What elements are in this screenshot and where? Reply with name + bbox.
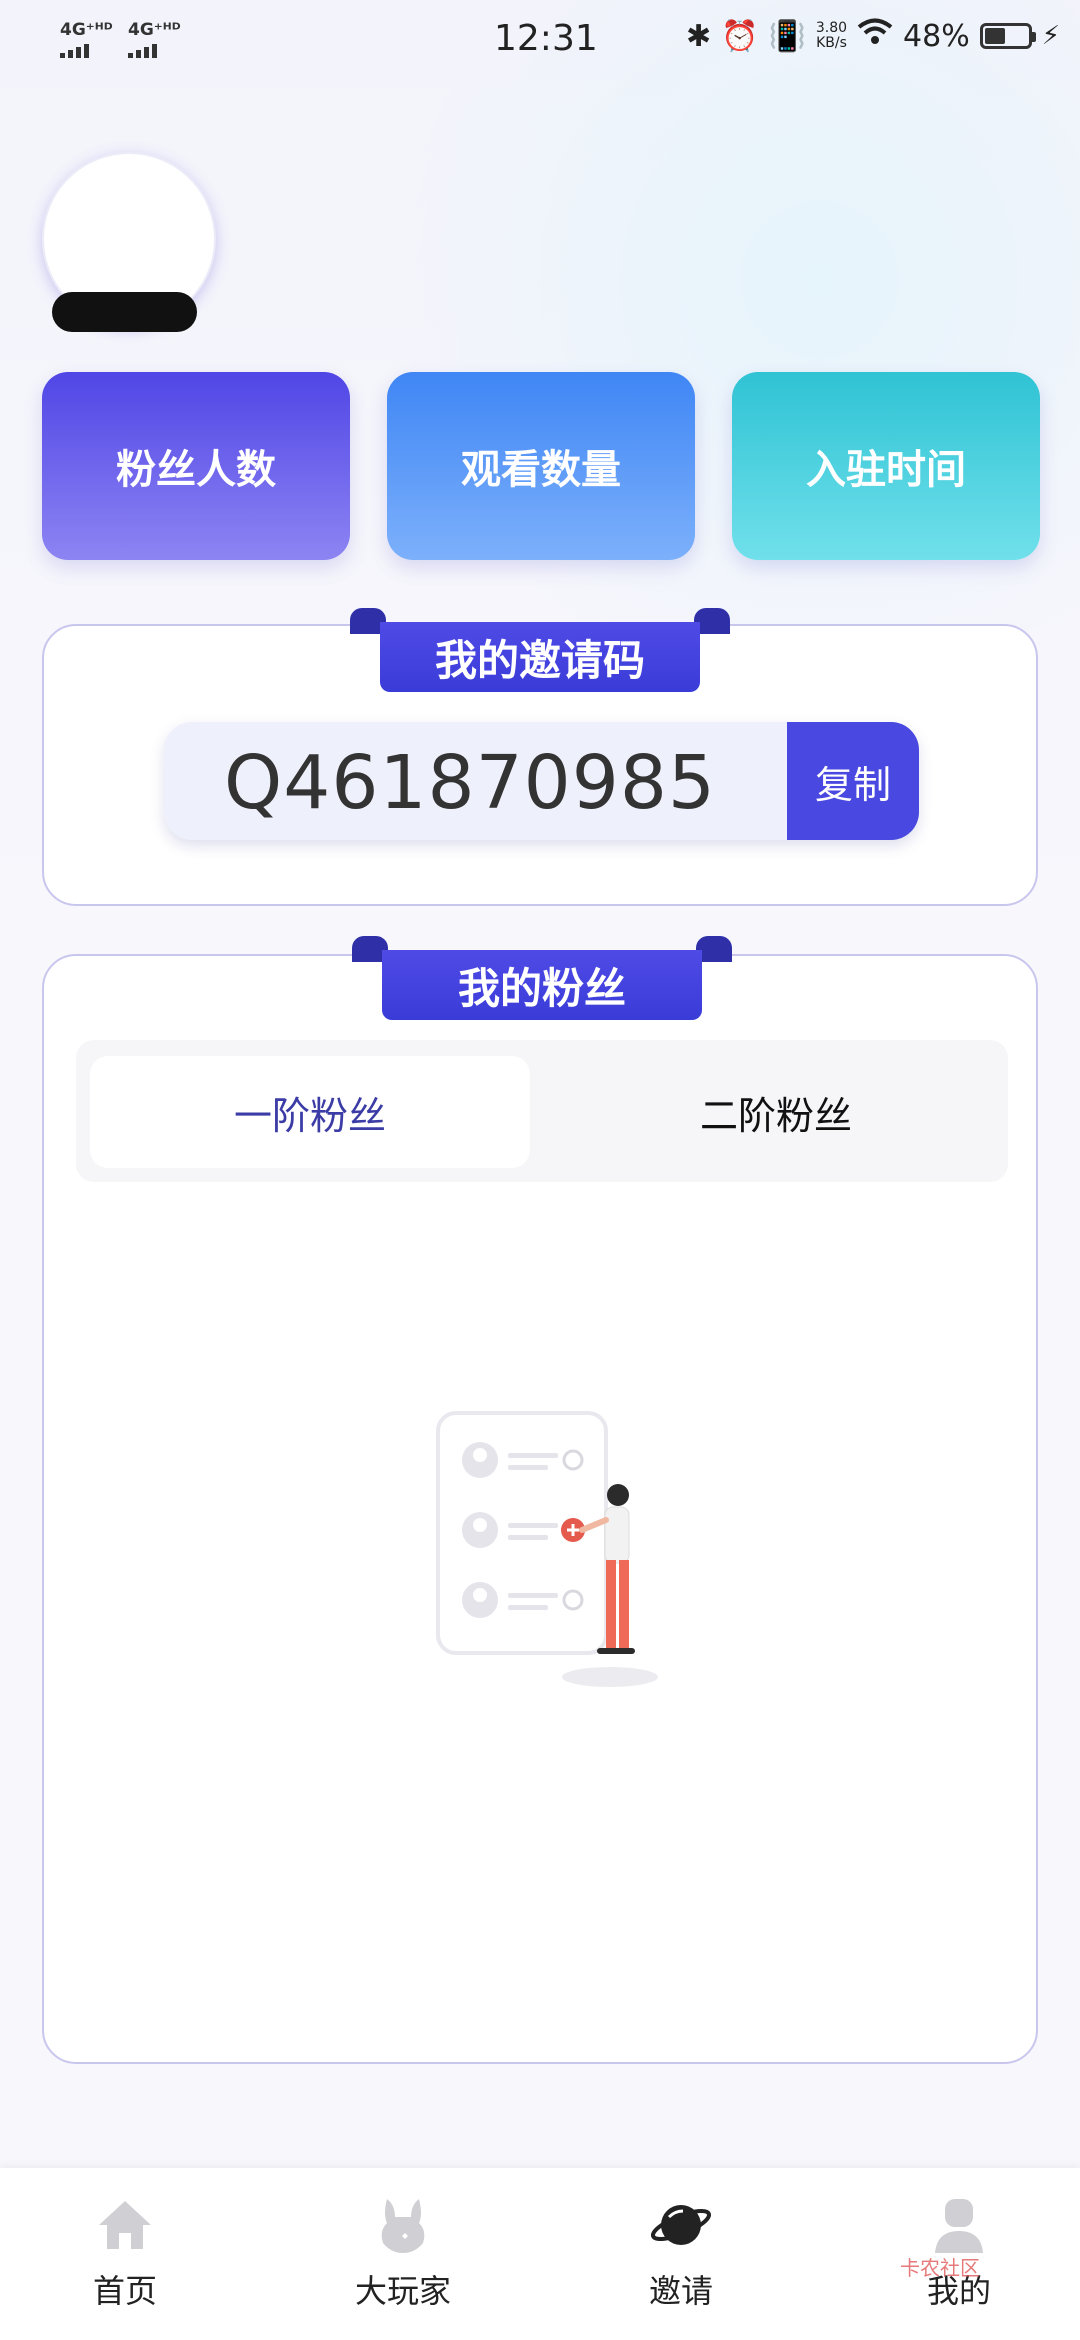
- invite-code-box: Q461870985 复制: [164, 722, 919, 840]
- vibrate-icon: 📳: [768, 18, 806, 54]
- speed-value: 3.80: [815, 20, 848, 36]
- charging-icon: ⚡: [1041, 21, 1060, 51]
- tab-first-level-fans[interactable]: 一阶粉丝: [90, 1056, 530, 1168]
- speed-unit: KB/s: [816, 35, 847, 51]
- profile-icon: [935, 2199, 983, 2253]
- my-fans-ribbon: 我的粉丝: [352, 936, 732, 1020]
- username-redacted: [52, 292, 197, 332]
- join-time-label: 入驻时间: [806, 447, 966, 493]
- tab-second-level-fans[interactable]: 二阶粉丝: [556, 1056, 996, 1168]
- nav-item-mine[interactable]: 我的: [884, 2190, 1034, 2312]
- status-bar: 4G⁺ᴴᴰ 4G⁺ᴴᴰ 12:31 ✱ ⏰ 📳 3.80 KB/s 48% ⚡: [0, 0, 1080, 80]
- join-time-card[interactable]: 入驻时间: [732, 372, 1040, 560]
- nav-item-label: 大玩家: [354, 2272, 451, 2310]
- my-fans-title: 我的粉丝: [382, 950, 702, 1020]
- nav-item-home[interactable]: 首页: [50, 2190, 200, 2312]
- empty-state-illustration: [436, 1411, 658, 1687]
- fans-tab-bar: 一阶粉丝 二阶粉丝: [76, 1040, 1008, 1182]
- battery-icon: [979, 23, 1036, 49]
- signal-label: 4G⁺ᴴᴰ: [128, 20, 181, 40]
- signal-indicator-1: 4G⁺ᴴᴰ: [60, 20, 113, 58]
- views-count-card[interactable]: 观看数量: [387, 372, 695, 560]
- copy-button[interactable]: 复制: [787, 722, 919, 840]
- nav-item-label: 邀请: [648, 2272, 713, 2310]
- invite-code-title: 我的邀请码: [380, 622, 700, 692]
- nav-item-big-player[interactable]: 大玩家: [328, 2190, 478, 2312]
- rabbit-icon: [381, 2199, 425, 2253]
- wifi-icon: [857, 18, 893, 54]
- views-count-label: 观看数量: [461, 447, 621, 493]
- home-icon: [99, 2201, 151, 2249]
- bluetooth-icon: ✱: [686, 18, 712, 54]
- network-speed: 3.80 KB/s: [816, 21, 847, 51]
- signal-indicator-2: 4G⁺ᴴᴰ: [128, 20, 181, 58]
- watermark-logo: 卡农社区: [900, 2256, 980, 2280]
- battery-percent: 48%: [903, 18, 970, 54]
- nav-item-label: 首页: [92, 2272, 157, 2310]
- invite-code-value: Q461870985: [224, 740, 716, 826]
- fans-count-label: 粉丝人数: [116, 447, 276, 493]
- alarm-icon: ⏰: [721, 18, 759, 54]
- clock: 12:31: [494, 18, 598, 59]
- signal-label: 4G⁺ᴴᴰ: [60, 20, 113, 40]
- invite-code-ribbon: 我的邀请码: [350, 608, 730, 692]
- nav-item-invite[interactable]: 邀请: [606, 2190, 756, 2312]
- planet-icon: [650, 2205, 712, 2245]
- fans-count-card[interactable]: 粉丝人数: [42, 372, 350, 560]
